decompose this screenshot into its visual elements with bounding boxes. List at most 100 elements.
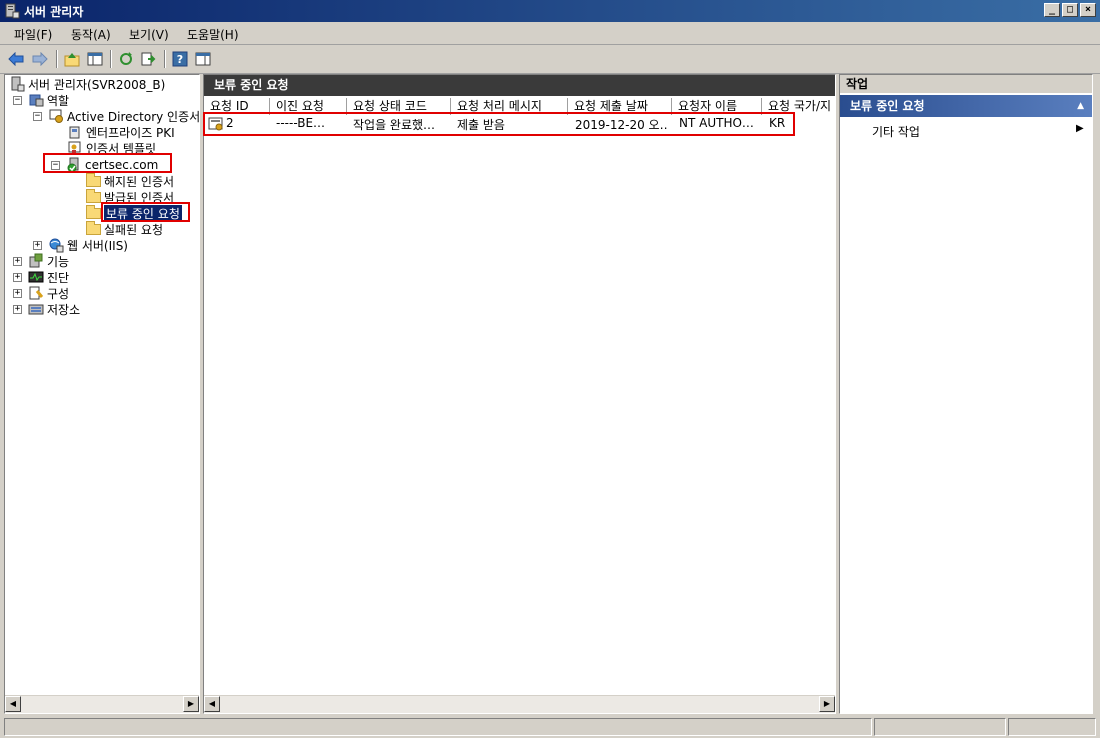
tree-revoked-certs[interactable]: 해지된 인증서 — [85, 172, 175, 189]
refresh-icon[interactable] — [116, 49, 136, 69]
ca-server-icon — [66, 157, 82, 173]
table-row[interactable]: 2 -----BE… 작업을 완료했… 제출 받음 2019-12-20 오… … — [204, 115, 835, 134]
column-header-request-id[interactable]: 요청 ID — [204, 98, 270, 115]
tree-cert-templates-label: 인증서 템플릿 — [86, 141, 157, 156]
column-header-submitted-date[interactable]: 요청 제출 날짜 — [568, 98, 672, 115]
export-list-icon[interactable] — [138, 49, 158, 69]
cell-submitted-date: 2019-12-20 오… — [575, 118, 669, 132]
expand-icon[interactable]: + — [13, 256, 22, 266]
collapse-icon[interactable]: − — [33, 111, 42, 121]
tree-storage[interactable]: + 저장소 — [13, 301, 80, 317]
tree-configuration-label: 구성 — [47, 286, 70, 301]
configuration-icon — [28, 285, 44, 301]
web-server-icon — [48, 237, 64, 253]
status-bar — [0, 716, 1100, 738]
results-horizontal-scrollbar[interactable]: ◀ ▶ — [204, 695, 835, 713]
menu-action[interactable]: 동작(A) — [71, 26, 111, 43]
expand-icon[interactable]: + — [13, 288, 22, 298]
expand-icon[interactable]: + — [13, 304, 22, 314]
tree-roles[interactable]: − 역할 — [13, 92, 69, 108]
tree-adcs[interactable]: − Active Directory 인증서 — [33, 108, 199, 124]
folder-icon — [85, 188, 101, 205]
features-icon — [28, 253, 44, 269]
show-hide-tree-icon[interactable] — [85, 49, 105, 69]
toolbar-separator — [110, 50, 112, 68]
tree-failed-requests[interactable]: 실패된 요청 — [85, 220, 164, 237]
tree-pending-label: 보류 중인 요청 — [104, 204, 182, 222]
tree-issued-certs[interactable]: 발급된 인증서 — [85, 188, 175, 205]
column-header-status-code[interactable]: 요청 상태 코드 — [347, 98, 451, 115]
menu-file[interactable]: 파일(F) — [14, 26, 52, 43]
scroll-left-icon[interactable]: ◀ — [204, 696, 220, 712]
column-header-binary-request[interactable]: 이진 요청 — [270, 98, 347, 115]
help-icon[interactable]: ? — [170, 49, 190, 69]
folder-icon — [85, 172, 101, 189]
show-action-pane-icon[interactable] — [193, 49, 213, 69]
cell-status-code: 작업을 완료했… — [353, 118, 436, 132]
certificate-template-icon — [67, 140, 83, 156]
cell-binary-request: -----BE… — [276, 116, 326, 130]
cell-country: KR — [769, 116, 786, 130]
menu-view[interactable]: 보기(V) — [129, 26, 169, 43]
close-button[interactable]: × — [1080, 3, 1096, 17]
pending-request-icon — [208, 117, 224, 134]
scroll-left-icon[interactable]: ◀ — [5, 696, 21, 712]
toolbar: ? — [0, 45, 1100, 74]
tree-failed-label: 실패된 요청 — [104, 222, 164, 237]
actions-pane: 작업 보류 중인 요청 ▲ 기타 작업 ▶ — [839, 74, 1093, 714]
menu-help[interactable]: 도움말(H) — [187, 26, 239, 43]
tree-pending-requests[interactable]: 보류 중인 요청 — [85, 204, 182, 222]
forward-arrow-icon[interactable] — [30, 49, 50, 69]
tree-issued-label: 발급된 인증서 — [104, 190, 175, 205]
tree-diagnostics[interactable]: + 진단 — [13, 269, 69, 285]
action-more-actions-label: 기타 작업 — [872, 125, 920, 139]
tree-ca-label: certsec.com — [85, 158, 159, 172]
tree-enterprise-pki-label: 엔터프라이즈 PKI — [86, 125, 175, 140]
action-more-actions[interactable]: 기타 작업 — [872, 123, 920, 140]
status-cell-2 — [874, 718, 1006, 736]
navigation-tree: 서버 관리자(SVR2008_B) − 역할 − Active Director… — [4, 74, 200, 714]
window-title: 서버 관리자 — [24, 5, 84, 19]
toolbar-separator — [164, 50, 166, 68]
status-cell-3 — [1008, 718, 1096, 736]
tree-root-label: 서버 관리자(SVR2008_B) — [28, 77, 166, 92]
certificate-services-icon — [48, 108, 64, 124]
actions-group-pending-requests[interactable]: 보류 중인 요청 ▲ — [840, 95, 1092, 117]
back-arrow-icon[interactable] — [6, 49, 26, 69]
tree-features[interactable]: + 기능 — [13, 253, 69, 269]
actions-group-label: 보류 중인 요청 — [850, 99, 925, 113]
scroll-right-icon[interactable]: ▶ — [183, 696, 199, 712]
roles-icon — [28, 92, 44, 108]
results-pane: 보류 중인 요청 요청 ID 이진 요청 요청 상태 코드 요청 처리 메시지 … — [203, 74, 836, 714]
column-header-disposition-message[interactable]: 요청 처리 메시지 — [451, 98, 568, 115]
menu-bar: 파일(F) 동작(A) 보기(V) 도움말(H) — [0, 22, 1100, 45]
tree-storage-label: 저장소 — [47, 302, 81, 317]
toolbar-separator — [56, 50, 58, 68]
status-cell-main — [4, 718, 872, 736]
results-pane-title: 보류 중인 요청 — [204, 75, 835, 96]
expand-icon[interactable]: + — [33, 240, 42, 250]
tree-enterprise-pki[interactable]: 엔터프라이즈 PKI — [67, 124, 175, 140]
tree-root[interactable]: 서버 관리자(SVR2008_B) — [9, 76, 165, 92]
maximize-button[interactable]: □ — [1062, 3, 1078, 17]
scroll-right-icon[interactable]: ▶ — [819, 696, 835, 712]
minimize-button[interactable]: _ — [1044, 3, 1060, 17]
tree-ca-certsec[interactable]: − certsec.com — [51, 157, 158, 173]
tree-configuration[interactable]: + 구성 — [13, 285, 69, 301]
server-manager-icon — [4, 3, 20, 19]
expand-icon[interactable]: + — [13, 272, 22, 282]
tree-horizontal-scrollbar[interactable]: ◀ ▶ — [5, 695, 199, 713]
column-header-country[interactable]: 요청 국가/지 — [762, 98, 835, 115]
collapse-up-icon[interactable]: ▲ — [1077, 95, 1084, 117]
folder-icon — [85, 204, 101, 221]
actions-pane-title: 작업 — [840, 75, 1092, 93]
collapse-icon[interactable]: − — [13, 95, 22, 105]
up-folder-icon[interactable] — [62, 49, 82, 69]
tree-cert-templates[interactable]: 인증서 템플릿 — [67, 140, 156, 156]
tree-iis[interactable]: + 웹 서버(IIS) — [33, 237, 128, 253]
column-header-requester-name[interactable]: 요청자 이름 — [672, 98, 762, 115]
cell-requester-name: NT AUTHO… — [679, 116, 754, 130]
collapse-icon[interactable]: − — [51, 160, 60, 170]
tree-revoked-label: 해지된 인증서 — [104, 174, 175, 189]
tree-features-label: 기능 — [47, 254, 70, 269]
